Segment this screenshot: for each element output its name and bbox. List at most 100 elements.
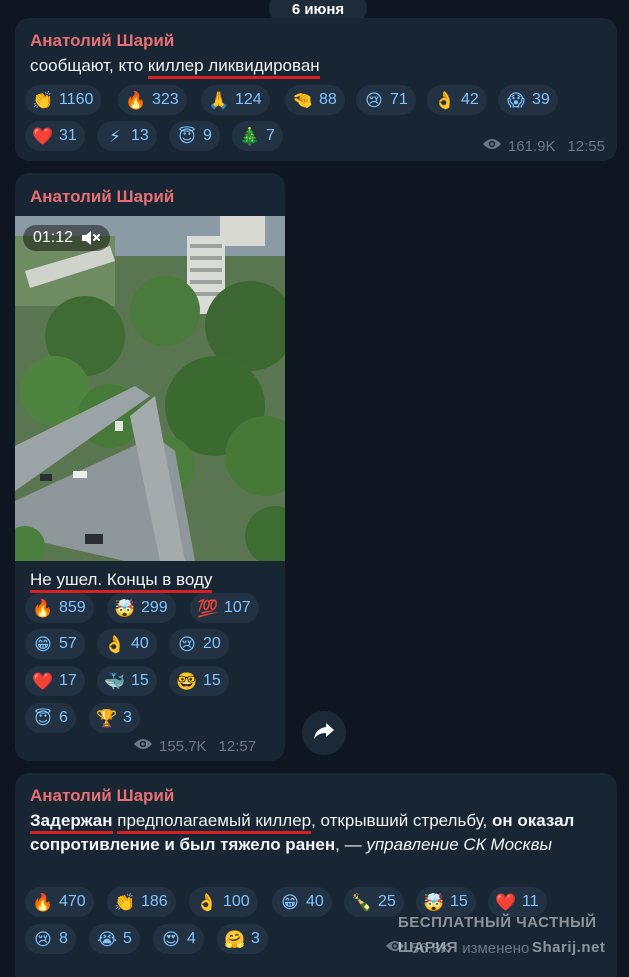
reaction-clap[interactable]: 👏 1160 [25,85,102,115]
video-duration: 01:12 [33,229,74,246]
fire-icon: 🔥 [125,90,147,110]
reaction-pinch[interactable]: 🤏 88 [285,85,345,115]
message-text-underlined: предполагаемый киллер [117,811,312,834]
message-meta: 155.7K 12:57 [133,737,256,755]
reaction-heart[interactable]: ❤️ 31 [25,121,85,151]
message-author[interactable]: Анатолий Шарий [30,786,174,806]
reaction-count: 124 [235,91,262,108]
video-duration-badge[interactable]: 01:12 [23,225,111,251]
message-author[interactable]: Анатолий Шарий [30,187,174,207]
reaction-count: 15 [131,672,149,689]
reaction-count: 299 [141,599,168,616]
reaction-count: 107 [224,599,251,616]
reaction-heart[interactable]: ❤️ 11 [488,887,547,917]
ok-hand-icon: 👌 [104,634,126,654]
message-author[interactable]: Анатолий Шарий [30,31,174,51]
message-bubble-3[interactable]: Анатолий Шарий Задержан предполагаемый к… [15,773,617,977]
share-button[interactable] [302,711,346,755]
grin-icon: 😁 [281,892,299,912]
hug-icon: 🤗 [224,929,246,949]
message-time: 12:57 [218,737,257,755]
heart-icon: ❤️ [495,892,517,912]
message-text-underlined: Не ушел. Концы в воду [30,570,213,593]
reaction-whale[interactable]: 🐳 15 [97,666,157,696]
reaction-heart[interactable]: ❤️ 17 [25,666,85,696]
message-text-italic: управление СК Москвы [366,835,552,854]
scream-icon: 😱 [507,90,525,110]
reaction-count: 11 [522,893,539,910]
view-count: 161.9K [507,137,556,155]
trophy-icon: 🏆 [96,708,118,728]
reaction-fire[interactable]: 🔥 323 [118,85,187,115]
reaction-exploding-head[interactable]: 🤯 15 [416,887,476,917]
message-text-plain: сообщают, кто [30,56,148,75]
message-text: Задержан предполагаемый киллер, открывши… [30,809,605,857]
reaction-exploding-head[interactable]: 🤯 299 [107,593,176,623]
reaction-count: 9 [203,127,212,144]
reaction-count: 859 [59,599,86,616]
reaction-grin[interactable]: 😁 40 [272,887,332,917]
reaction-count: 15 [203,672,221,689]
reaction-cry[interactable]: 😢 20 [169,629,229,659]
pray-icon: 🙏 [208,90,230,110]
reaction-fire[interactable]: 🔥 859 [25,593,94,623]
reaction-trophy[interactable]: 🏆 3 [89,703,140,733]
reaction-cry[interactable]: 😢 71 [356,85,416,115]
reaction-count: 100 [223,893,250,910]
message-time: 12:55 [567,137,605,155]
reaction-angel[interactable]: 😇 6 [25,703,76,733]
reaction-cry[interactable]: 😢 8 [25,924,76,954]
pinch-icon: 🤏 [292,90,314,110]
reaction-hundred[interactable]: 💯 107 [190,593,259,623]
reaction-ok[interactable]: 👌 40 [97,629,157,659]
heart-icon: ❤️ [32,126,54,146]
video-thumbnail [15,216,285,561]
reaction-sob[interactable]: 😭 5 [89,924,140,954]
message-text-dash: , — [335,835,367,854]
clap-icon: 👏 [32,90,54,110]
reaction-clap[interactable]: 👏 186 [107,887,176,917]
reaction-heart-eyes[interactable]: 😍 4 [153,924,204,954]
reaction-scream[interactable]: 😱 39 [498,85,558,115]
reaction-pray[interactable]: 🙏 124 [201,85,270,115]
reaction-ok[interactable]: 👌 42 [427,85,487,115]
reaction-count: 40 [306,893,324,910]
ok-hand-icon: 👌 [434,90,456,110]
message-text: Не ушел. Концы в воду [30,568,213,593]
eye-icon [133,737,153,755]
fire-icon: 🔥 [32,598,54,618]
reaction-tree[interactable]: 🎄 7 [232,121,283,151]
reaction-count: 15 [450,893,468,910]
reaction-fire[interactable]: 🔥 470 [25,887,94,917]
reaction-count: 4 [187,930,196,947]
reaction-count: 323 [152,91,179,108]
reaction-count: 57 [59,635,77,652]
lightning-icon: ⚡ [109,126,121,146]
reaction-count: 88 [319,91,337,108]
reaction-ok[interactable]: 👌 100 [189,887,258,917]
message-text: сообщают, кто киллер ликвидирован [30,54,320,79]
heart-icon: ❤️ [32,671,54,691]
reaction-count: 71 [390,91,408,108]
edited-label: изменено [462,939,530,957]
reaction-count: 39 [532,91,550,108]
reaction-nerd[interactable]: 🤓 15 [169,666,229,696]
cry-icon: 😢 [365,90,383,110]
reaction-zap[interactable]: ⚡ 13 [97,121,157,151]
reaction-grin[interactable]: 😁 57 [25,629,85,659]
muted-speaker-icon[interactable] [80,229,102,247]
reaction-count: 6 [59,709,68,726]
reaction-champagne[interactable]: 🍾 25 [344,887,404,917]
message-meta: 161.9K 12:55 [482,137,605,155]
reaction-count: 470 [59,893,86,910]
christmas-tree-icon: 🎄 [239,126,261,146]
message-bubble-1[interactable]: Анатолий Шарий сообщают, кто киллер ликв… [15,18,617,161]
reaction-hug[interactable]: 🤗 3 [217,924,268,954]
message-text-bold-underlined: Задержан [30,811,113,834]
reaction-count: 1160 [59,91,94,108]
reaction-count: 3 [251,930,260,947]
video-player[interactable]: 01:12 [15,216,285,561]
share-arrow-icon [313,722,335,745]
reaction-count: 20 [203,635,221,652]
reaction-angel[interactable]: 😇 9 [169,121,220,151]
